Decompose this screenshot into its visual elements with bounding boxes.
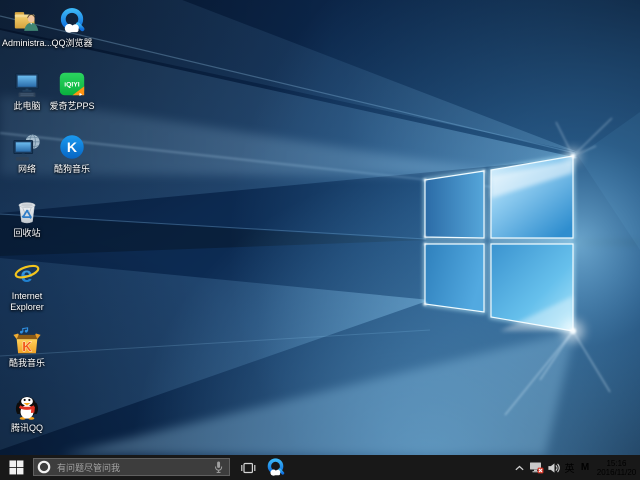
tray-expand-button[interactable]: [512, 455, 527, 480]
desktop-icon-label: 腾讯QQ: [11, 423, 43, 434]
desktop-icon-label: 网络: [18, 164, 36, 175]
speaker-icon: [547, 462, 561, 474]
microphone-icon[interactable]: [213, 460, 224, 474]
desktop-icon-label: 此电脑: [13, 101, 40, 112]
desktop-icon-label: 酷我音乐: [9, 358, 45, 369]
system-tray: 英 M 15:16 2016/11/20: [512, 455, 640, 480]
task-view-icon: [240, 461, 256, 475]
search-box[interactable]: 有问题尽管问我: [33, 458, 230, 476]
svg-text:K: K: [22, 339, 32, 354]
qq-browser-icon: [57, 6, 87, 36]
desktop-icon-label: Internet Explorer: [0, 291, 55, 312]
volume-tray-button[interactable]: [545, 455, 562, 480]
desktop-icon-label: 回收站: [13, 228, 40, 239]
clock-time: 15:16: [606, 459, 626, 468]
taskbar: 有问题尽管问我: [0, 455, 640, 480]
windows-desktop-screen: Administra... QQ浏览器 此电脑 iQIYI 爱奇艺PPS: [0, 0, 640, 480]
windows-logo-icon: [9, 460, 24, 475]
search-placeholder-text: 有问题尽管问我: [57, 461, 120, 474]
qq-browser-icon: [265, 457, 286, 478]
kuwo-music-icon: K: [12, 326, 42, 356]
clock[interactable]: 15:16 2016/11/20: [593, 455, 640, 480]
desktop-icon-kuwo-music[interactable]: K 酷我音乐: [0, 326, 55, 369]
network-tray-button[interactable]: [527, 455, 545, 480]
desktop-icon-qq-browser[interactable]: QQ浏览器: [44, 6, 100, 49]
kugou-music-icon: K: [57, 132, 87, 162]
network-disconnected-icon: [529, 461, 544, 474]
desktop-icon-label: QQ浏览器: [51, 38, 92, 49]
clock-date: 2016/11/20: [597, 468, 636, 477]
qq-browser-taskbar-button[interactable]: [262, 455, 289, 480]
start-button[interactable]: [0, 455, 33, 480]
ime-badge[interactable]: M: [577, 455, 593, 480]
iqiyi-pps-icon: iQIYI: [57, 69, 87, 99]
input-language-indicator[interactable]: 英: [562, 455, 577, 480]
desktop-icon-kugou-music[interactable]: K 酷狗音乐: [44, 132, 100, 175]
desktop-icon-recycle-bin[interactable]: 回收站: [0, 196, 55, 239]
desktop-icon-label: 爱奇艺PPS: [49, 101, 94, 112]
task-view-button[interactable]: [237, 455, 258, 480]
chevron-up-icon: [514, 464, 525, 472]
svg-text:K: K: [67, 139, 78, 155]
tencent-qq-penguin-icon: [12, 391, 42, 421]
desktop-icon-internet-explorer[interactable]: e Internet Explorer: [0, 259, 55, 312]
desktop-icon-label: 酷狗音乐: [54, 164, 90, 175]
this-pc-icon: [12, 69, 42, 99]
internet-explorer-icon: e: [12, 259, 42, 289]
desktop-icon-tencent-qq[interactable]: 腾讯QQ: [0, 391, 55, 434]
svg-text:iQIYI: iQIYI: [64, 81, 80, 88]
network-icon: [12, 132, 42, 162]
recycle-bin-icon: [12, 196, 42, 226]
administrator-folder-icon: [12, 6, 42, 36]
desktop-icon-iqiyi-pps[interactable]: iQIYI 爱奇艺PPS: [44, 69, 100, 112]
cortana-circle-icon: [37, 460, 51, 474]
